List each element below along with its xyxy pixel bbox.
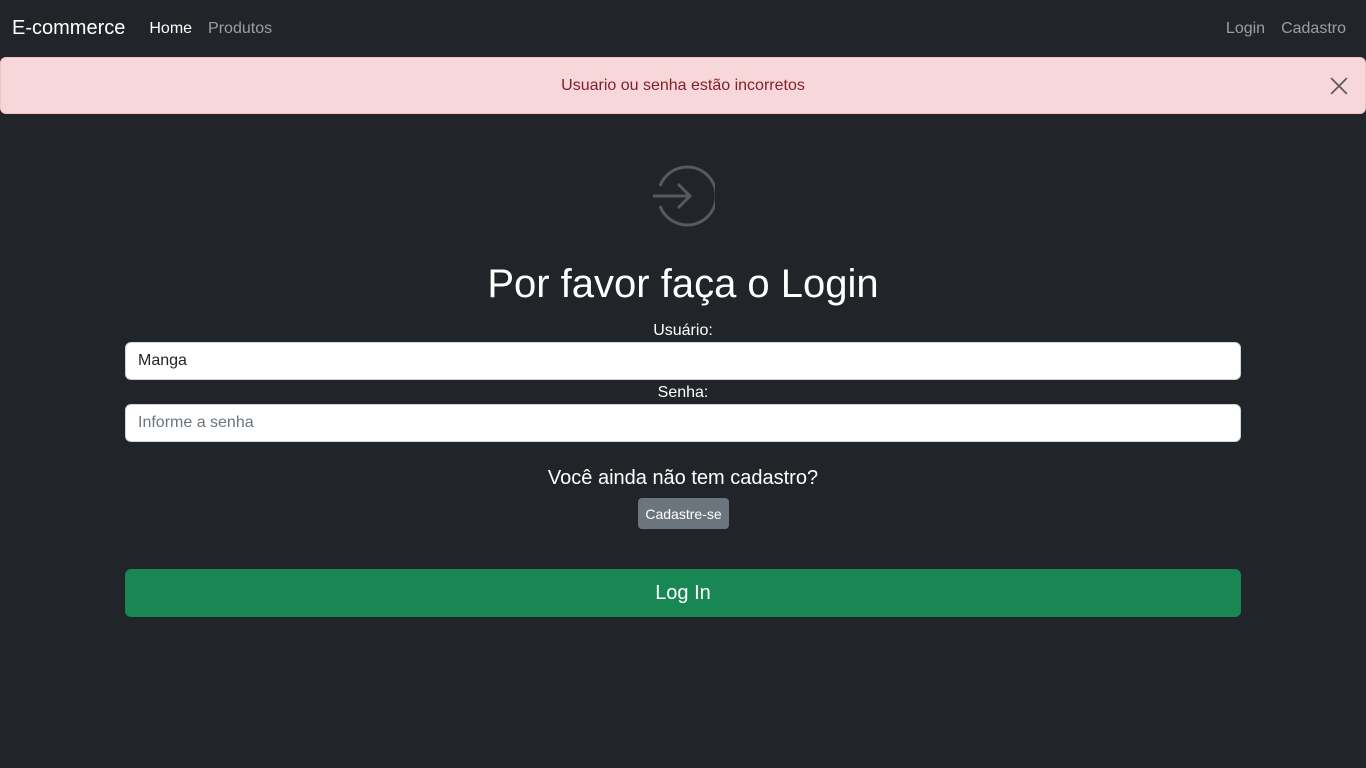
navbar: E-commerce Home Produtos Login Cadastro [0, 0, 1366, 57]
nav-link-produtos[interactable]: Produtos [208, 20, 272, 38]
nav-link-cadastro[interactable]: Cadastro [1281, 20, 1346, 38]
password-label: Senha: [657, 384, 709, 401]
signup-prompt: Você ainda não tem cadastro? [547, 467, 819, 489]
page-title: Por favor faça o Login [487, 262, 879, 306]
user-input[interactable] [125, 342, 1241, 380]
alert-message: Usuario ou senha estão incorretos [561, 76, 805, 94]
nav-left: E-commerce Home Produtos [12, 17, 288, 40]
error-alert: Usuario ou senha estão incorretos [0, 57, 1366, 114]
box-arrow-in-right-icon [651, 164, 718, 228]
brand-link[interactable]: E-commerce [12, 17, 125, 40]
nav-link-login[interactable]: Login [1226, 20, 1265, 38]
nav-link-home[interactable]: Home [149, 20, 192, 38]
nav-right: Login Cadastro [1226, 20, 1354, 38]
password-input[interactable] [125, 404, 1241, 442]
login-button[interactable]: Log In [125, 569, 1241, 617]
close-icon[interactable] [1327, 74, 1351, 98]
user-label: Usuário: [653, 322, 713, 339]
signup-button[interactable]: Cadastre-se [638, 498, 729, 529]
